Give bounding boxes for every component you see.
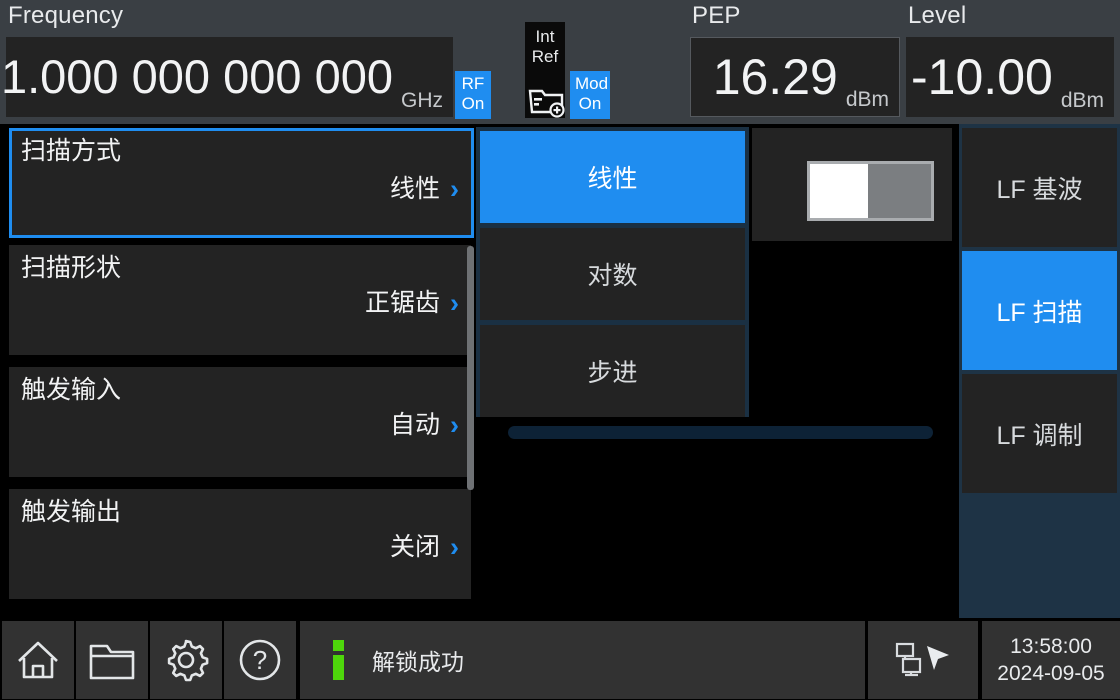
menu-item-trigger-output[interactable]: 触发输出 关闭 › <box>9 489 471 599</box>
mod-badge-line2: On <box>578 94 602 113</box>
menu-item-title: 扫描方式 <box>21 137 122 165</box>
help-icon: ? <box>239 639 281 681</box>
horizontal-scrollbar-thumb[interactable] <box>508 426 933 439</box>
folder-icon <box>89 644 135 680</box>
info-icon <box>330 640 346 680</box>
menu-item-value-row: 自动 › <box>390 411 459 439</box>
level-unit: dBm <box>1060 89 1104 112</box>
menu-item-value: 正锯齿 <box>364 289 440 317</box>
frequency-unit: GHz <box>401 89 443 112</box>
menu-item-title: 触发输入 <box>21 376 122 404</box>
chevron-right-icon: › <box>450 532 459 562</box>
pep-label: PEP <box>692 2 741 29</box>
status-message-area: 解锁成功 <box>300 621 865 699</box>
chevron-right-icon: › <box>450 174 459 204</box>
time-text: 13:58:00 <box>1010 635 1092 658</box>
reference-line1: Int <box>535 27 555 46</box>
menu-item-value: 关闭 <box>389 533 440 561</box>
menu-item-value: 自动 <box>389 411 440 439</box>
header-bar: Frequency 1.000 000 000 000 GHz RF On In… <box>0 0 1120 124</box>
menu-item-title: 扫描形状 <box>21 254 122 282</box>
parameter-list: 扫描方式 线性 › 扫描形状 正锯齿 › 触发输入 自动 › 触发输出 关闭 › <box>6 128 474 614</box>
pep-value-field[interactable]: 16.29 dBm <box>690 37 900 117</box>
frequency-value-field[interactable]: 1.000 000 000 000 GHz <box>1 37 453 117</box>
sidebar-item-lf-fundamental[interactable]: LF 基波 <box>962 128 1117 247</box>
chevron-right-icon: › <box>450 410 459 440</box>
settings-button[interactable] <box>150 621 222 699</box>
status-message: 解锁成功 <box>372 649 464 675</box>
menu-item-value-row: 正锯齿 › <box>365 289 459 317</box>
home-button[interactable] <box>2 621 74 699</box>
rf-badge-line1: RF <box>461 74 485 93</box>
dropdown-option-linear[interactable]: 线性 <box>480 131 745 223</box>
sidebar-item-lf-modulation[interactable]: LF 调制 <box>962 374 1117 493</box>
rf-badge-line2: On <box>461 94 485 113</box>
menu-item-sweep-mode[interactable]: 扫描方式 线性 › <box>9 128 474 238</box>
network-status-button[interactable] <box>868 621 978 699</box>
toggle-knob <box>810 164 868 218</box>
sidebar-item-lf-sweep[interactable]: LF 扫描 <box>962 251 1117 370</box>
menu-item-trigger-input[interactable]: 触发输入 自动 › <box>9 367 471 477</box>
toggle-panel <box>752 128 952 241</box>
content-area: 扫描方式 线性 › 扫描形状 正锯齿 › 触发输入 自动 › 触发输出 关闭 ›… <box>0 124 1120 618</box>
mod-badge-line1: Mod <box>575 74 609 93</box>
home-icon <box>18 641 58 679</box>
datetime-display: 13:58:00 2024-09-05 <box>982 621 1120 699</box>
chevron-right-icon: › <box>450 288 459 318</box>
gear-icon <box>167 639 209 682</box>
help-button[interactable]: ? <box>224 621 296 699</box>
mod-on-badge[interactable]: Mod On <box>570 71 610 119</box>
frequency-value: 1.000 000 000 000 <box>0 50 393 103</box>
folder-add-icon <box>528 89 565 118</box>
signal-generator-screen: Frequency 1.000 000 000 000 GHz RF On In… <box>0 0 1120 700</box>
pep-value: 16.29 <box>712 49 838 105</box>
level-label: Level <box>908 2 967 29</box>
frequency-label: Frequency <box>8 2 124 29</box>
footer-bar: ? 解锁成功 13:58:00 2024-09-05 <box>0 620 1120 700</box>
dropdown-option-step[interactable]: 步进 <box>480 325 745 417</box>
menu-item-value: 线性 <box>389 175 440 203</box>
sweep-mode-dropdown: 线性 对数 步进 <box>476 127 749 417</box>
menu-item-value-row: 关闭 › <box>390 533 459 561</box>
menu-scrollbar-thumb[interactable] <box>467 246 474 490</box>
reference-line2: Ref <box>531 47 559 66</box>
menu-item-sweep-shape[interactable]: 扫描形状 正锯齿 › <box>9 245 471 355</box>
file-button[interactable] <box>76 621 148 699</box>
level-value-field[interactable]: -10.00 dBm <box>906 37 1114 117</box>
sweep-enable-toggle[interactable] <box>807 161 934 221</box>
dropdown-option-log[interactable]: 对数 <box>480 228 745 320</box>
date-text: 2024-09-05 <box>997 662 1105 685</box>
pep-unit: dBm <box>845 88 889 111</box>
svg-text:?: ? <box>253 645 267 675</box>
function-sidebar: LF 基波 LF 扫描 LF 调制 <box>959 124 1120 618</box>
menu-item-title: 触发输出 <box>21 498 122 526</box>
menu-item-value-row: 线性 › <box>390 175 459 203</box>
rf-on-badge[interactable]: RF On <box>455 71 491 119</box>
level-value: -10.00 <box>911 49 1053 105</box>
network-remote-icon <box>895 642 949 677</box>
